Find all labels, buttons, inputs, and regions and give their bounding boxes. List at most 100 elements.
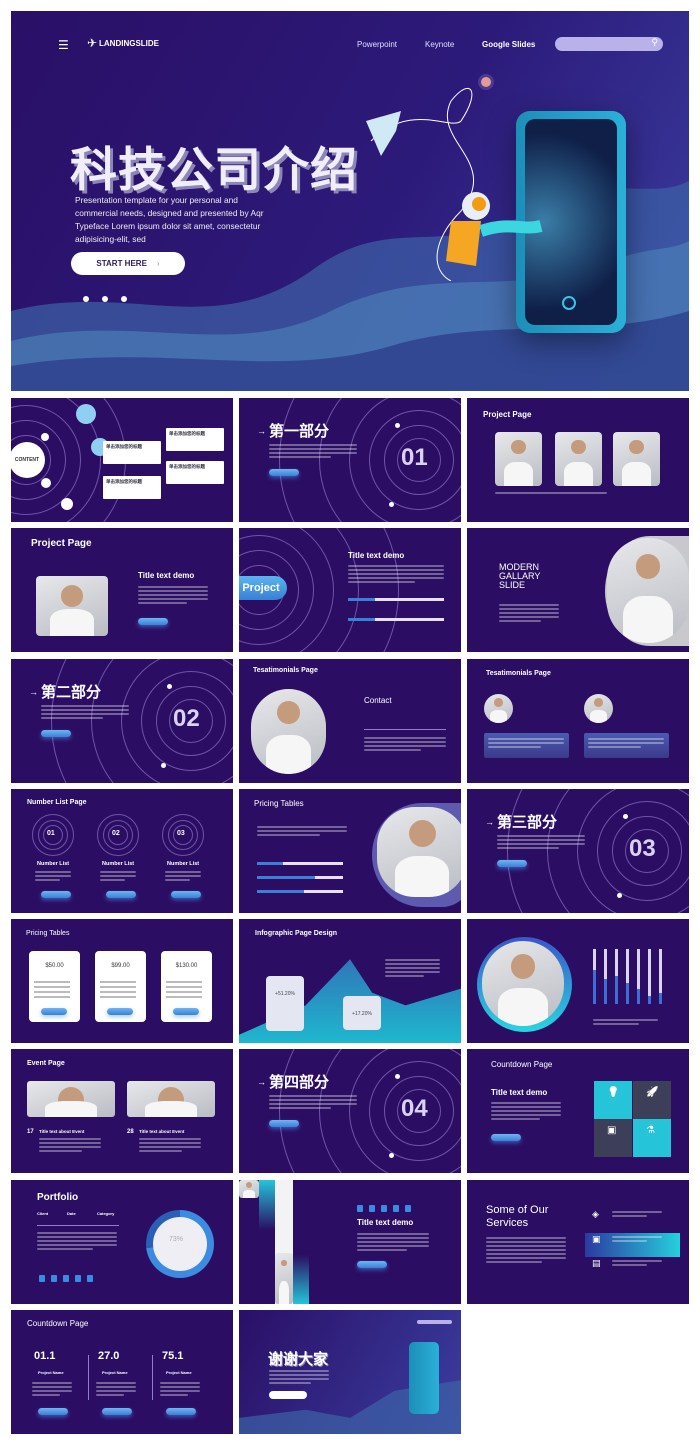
social-icon[interactable] (381, 1204, 387, 1212)
body-text-line (96, 1382, 136, 1385)
read-more-button[interactable] (102, 1408, 132, 1416)
slide-title: Title text demo (491, 1088, 548, 1098)
read-more-button[interactable] (171, 890, 201, 898)
slide-s20[interactable]: Title text demo (239, 1179, 461, 1304)
portfolio-meta: Client (37, 1210, 49, 1216)
slide-s10[interactable]: Number List Page 01 Number List 02 Number Li… (11, 788, 233, 913)
social-icon[interactable] (63, 1274, 69, 1282)
slide-s7[interactable]: → 第二部分 02 (11, 658, 233, 783)
read-more-button[interactable] (41, 729, 71, 737)
slide-s21[interactable]: Some of Our Services ◈ ▣ ▤ (467, 1179, 689, 1304)
slide-s19[interactable]: Portfolio Client Date Category 73% (11, 1179, 233, 1304)
body-text-line (257, 833, 320, 836)
read-more-button[interactable] (138, 618, 168, 626)
read-more-button[interactable] (166, 1408, 196, 1416)
content-card[interactable]: 单击添加您的标题 (103, 441, 161, 464)
read-more-button[interactable] (497, 859, 527, 867)
slide-s3[interactable]: Project Page (467, 398, 689, 522)
start-here-button[interactable]: START HERE › (71, 252, 185, 275)
presentation-icon: ▣ (592, 1233, 601, 1244)
photo-person-head (571, 440, 586, 455)
content-card[interactable]: 单击添加您的标题 (103, 476, 161, 499)
slide-s1[interactable]: CONTENT 单击添加您的标题 单击添加您的标题 单击添加您的标题 单击添加您的标题 (11, 398, 233, 522)
body-text-line (486, 1252, 566, 1255)
body-text-line (269, 456, 331, 458)
body-text-line (486, 1248, 566, 1251)
progress-bar (348, 598, 444, 602)
slide-s17[interactable]: → 第四部分 04 (239, 1049, 461, 1174)
list-label: Number List (37, 860, 70, 867)
nav-powerpoint[interactable]: Powerpoint (357, 40, 397, 49)
slide-s2[interactable]: → 第一部分 01 (239, 398, 461, 522)
select-plan-button[interactable] (173, 1008, 199, 1016)
body-text-line (100, 874, 136, 877)
read-more-button[interactable] (41, 890, 71, 898)
body-text-line (385, 971, 440, 974)
carousel-dots[interactable] (83, 296, 127, 302)
brand-logo[interactable]: LANDINGSLIDE (99, 39, 159, 48)
slide-s8[interactable]: Tesatimonials Page Contact (239, 658, 461, 783)
search-input[interactable]: ⚲ (555, 37, 663, 51)
slide-s12[interactable]: → 第三部分 03 (467, 788, 689, 913)
select-plan-button[interactable] (107, 1008, 133, 1016)
slide-s11[interactable]: Pricing Tables (239, 788, 461, 913)
slide-s22[interactable]: Countdown Page 01.1 Project Name 27.0 Projec… (11, 1310, 233, 1435)
photo (27, 1081, 115, 1118)
photo (251, 688, 326, 774)
slide-s14[interactable]: Infographic Page Design +51.20% +17.20% (239, 919, 461, 1044)
body-text-line (486, 1240, 566, 1243)
social-icon[interactable] (51, 1274, 57, 1282)
slide-s15[interactable] (467, 919, 689, 1044)
read-more-button[interactable] (106, 890, 136, 898)
nav-keynote[interactable]: Keynote (425, 40, 454, 49)
read-more-button[interactable] (269, 469, 299, 476)
social-icon[interactable] (75, 1274, 81, 1282)
body-text-line (39, 1142, 101, 1145)
body-text-line (497, 842, 585, 845)
read-more-button[interactable] (491, 1134, 521, 1142)
social-icon[interactable] (39, 1274, 45, 1282)
social-icon[interactable] (369, 1204, 375, 1212)
slide-s18[interactable]: Countdown Page Title text demo 💡 🚀 ▣ ⚗ (467, 1049, 689, 1174)
photo-person-body (44, 1101, 98, 1118)
read-more-button[interactable] (357, 1260, 387, 1268)
slide-s5[interactable]: Project Title text demo (239, 528, 461, 653)
pricing-card[interactable]: $50.00 (29, 951, 80, 1023)
social-icon[interactable] (87, 1274, 93, 1282)
body-text-line (593, 1023, 639, 1026)
body-text-line (357, 1232, 429, 1235)
search-input[interactable] (417, 1320, 452, 1325)
slide-s13[interactable]: Pricing Tables $50.00 $99.00 $130.00 (11, 919, 233, 1044)
countdown-label: Project Name (166, 1370, 192, 1376)
pricing-card[interactable]: $99.00 (95, 951, 146, 1023)
pricing-card[interactable]: $130.00 (161, 951, 212, 1023)
bubble (41, 433, 49, 441)
portfolio-meta: Date (67, 1210, 76, 1216)
start-here-button[interactable] (269, 1391, 307, 1400)
slide-s4[interactable]: Project Page Title text demo (11, 528, 233, 653)
search-icon[interactable]: ⚲ (651, 37, 658, 48)
read-more-button[interactable] (269, 1120, 299, 1128)
body-text-line (364, 744, 446, 747)
content-card[interactable]: 单击添加您的标题 (166, 461, 224, 484)
social-icon[interactable] (393, 1204, 399, 1212)
slide-title: Project Page (483, 410, 532, 419)
social-icon[interactable] (357, 1204, 363, 1212)
slide-s6[interactable]: MODERN GALLARY SLIDE (467, 528, 689, 653)
divider (37, 1224, 119, 1226)
orbit-ring (507, 788, 689, 913)
content-card[interactable]: 单击添加您的标题 (166, 428, 224, 451)
slide-title: Title text demo (348, 551, 405, 561)
read-more-button[interactable] (38, 1408, 68, 1416)
select-plan-button[interactable] (41, 1008, 67, 1016)
nav-google-slides[interactable]: Google Slides (482, 40, 535, 49)
percent-value: 73% (169, 1235, 184, 1243)
social-icon[interactable] (405, 1204, 411, 1212)
slide-s9[interactable]: Tesatimonials Page (467, 658, 689, 783)
card-title: 单击添加您的标题 (106, 444, 142, 449)
body-text-line (39, 1138, 101, 1141)
menu-icon[interactable]: ☰ (58, 38, 69, 52)
slide-s23[interactable]: 谢谢大家 (239, 1310, 461, 1435)
orbit-dot (623, 813, 628, 819)
slide-s16[interactable]: Event Page 17 Title text about Event 28 Titl… (11, 1049, 233, 1174)
